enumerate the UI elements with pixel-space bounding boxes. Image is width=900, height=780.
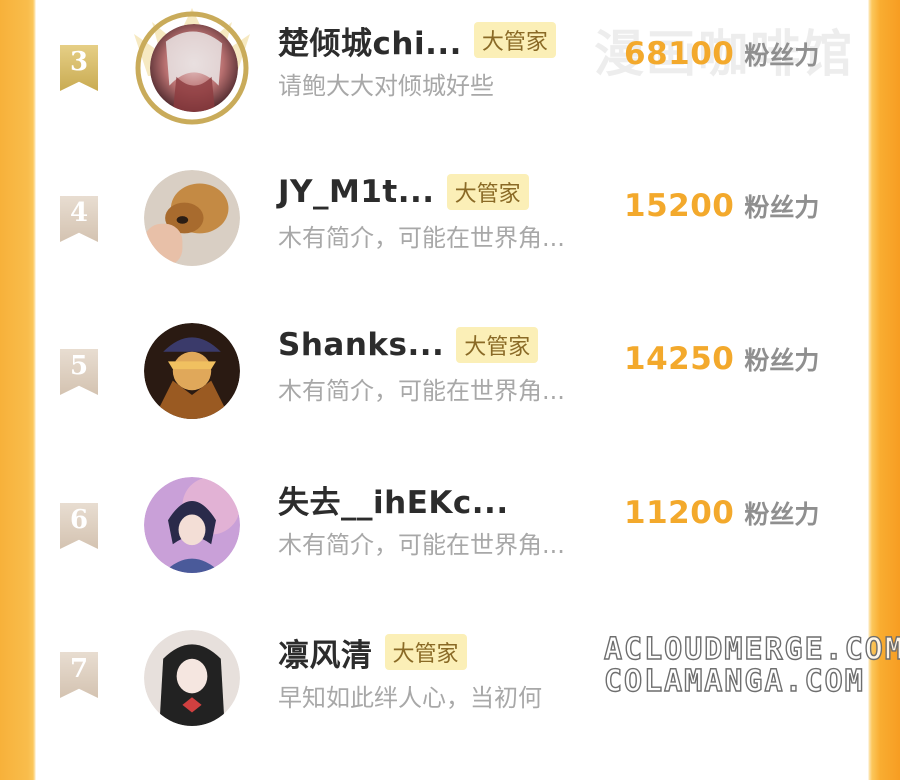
user-name[interactable]: JY_M1t... bbox=[278, 174, 435, 210]
fans-label: 粉丝力 bbox=[744, 346, 820, 375]
fans-value: 68100 bbox=[624, 36, 735, 72]
user-name[interactable]: Shanks... bbox=[278, 327, 444, 363]
rank-badge: 4 bbox=[60, 196, 98, 242]
role-badge: 大管家 bbox=[384, 634, 467, 670]
rank-badge: 6 bbox=[60, 503, 98, 549]
avatar[interactable] bbox=[144, 170, 240, 266]
user-bio: 木有简介，可能在世界角... bbox=[278, 224, 565, 252]
user-bio: 请鲍大大对倾城好些 bbox=[278, 72, 494, 100]
fans-score: 11200 粉丝力 bbox=[624, 495, 819, 531]
role-badge: 大管家 bbox=[456, 327, 539, 363]
fans-value: 14250 bbox=[624, 341, 735, 377]
avatar[interactable] bbox=[150, 24, 238, 112]
fans-score: 68100 粉丝力 bbox=[624, 36, 819, 72]
user-name-line: JY_M1t... 大管家 bbox=[278, 170, 529, 214]
fans-label: 粉丝力 bbox=[744, 41, 820, 70]
user-bio: 木有简介，可能在世界角... bbox=[278, 377, 565, 405]
user-name[interactable]: 失去__ihEKc... bbox=[278, 477, 509, 522]
rank-badge: 5 bbox=[60, 349, 98, 395]
rank-badge: 7 bbox=[60, 652, 98, 698]
fans-score: 15200 粉丝力 bbox=[624, 188, 819, 224]
user-name-line: Shanks... 大管家 bbox=[278, 323, 539, 367]
fans-label: 粉丝力 bbox=[744, 193, 820, 222]
ranking-row[interactable]: 6 失去__ihEKc... 木有简介，可能在世界角... 11200 粉丝力 bbox=[36, 477, 868, 627]
user-bio: 早知如此绊人心，当初何 bbox=[278, 684, 542, 712]
fans-value: 15200 bbox=[624, 188, 735, 224]
ranking-row[interactable]: 5 Shanks... 大管家 木有简介，可能在世界角... 14250 粉丝力 bbox=[36, 323, 868, 473]
user-name-line: 楚倾城chi... 大管家 bbox=[278, 18, 556, 62]
rank-badge: 3 bbox=[60, 45, 98, 91]
user-name[interactable]: 凛风清 bbox=[278, 630, 373, 675]
watermark-line: ACLOUDMERGE.COM bbox=[603, 631, 900, 667]
avatar[interactable] bbox=[144, 323, 240, 419]
ranking-row[interactable]: 4 JY_M1t... 大管家 木有简介，可能在世界角... 15200 粉丝力 bbox=[36, 170, 868, 320]
role-badge: 大管家 bbox=[446, 174, 529, 210]
fans-value: 11200 bbox=[624, 495, 735, 531]
user-name-line: 凛风清 大管家 bbox=[278, 630, 467, 674]
role-badge: 大管家 bbox=[473, 22, 556, 58]
user-bio: 木有简介，可能在世界角... bbox=[278, 531, 565, 559]
ranking-row[interactable]: 3 楚倾城chi... 大管家 请鲍大大对倾城好些 68100 粉丝力 bbox=[36, 8, 868, 168]
user-name-line: 失去__ihEKc... bbox=[278, 477, 509, 521]
watermark-line: COLAMANGA.COM bbox=[603, 663, 865, 699]
user-name[interactable]: 楚倾城chi... bbox=[278, 18, 462, 63]
fans-label: 粉丝力 bbox=[744, 500, 820, 529]
avatar[interactable] bbox=[144, 477, 240, 573]
avatar[interactable] bbox=[144, 630, 240, 726]
fans-score: 14250 粉丝力 bbox=[624, 341, 819, 377]
